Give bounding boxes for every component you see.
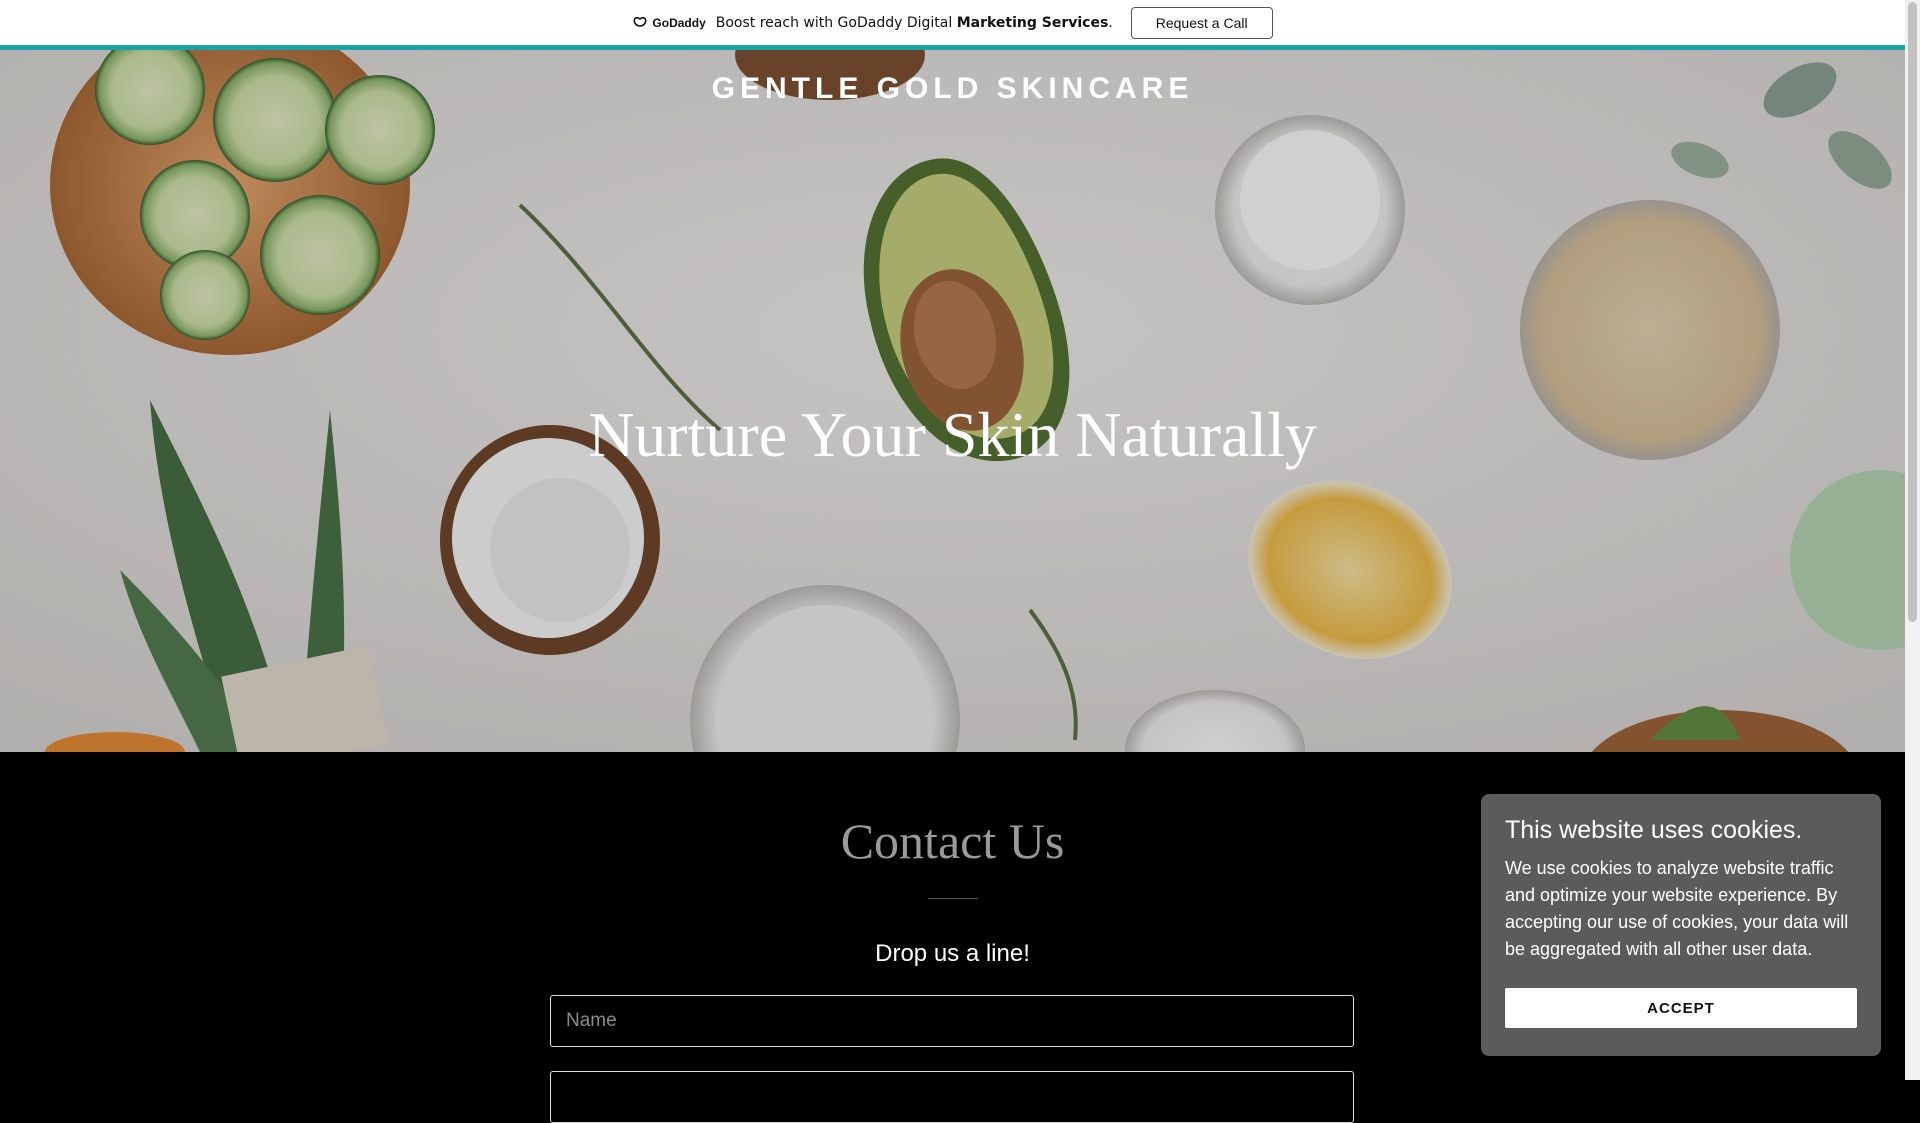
site-brand-title[interactable]: GENTLE GOLD SKINCARE	[0, 72, 1905, 106]
godaddy-logo: GoDaddy	[632, 15, 706, 30]
contact-divider	[928, 898, 978, 899]
hero-heading: Nurture Your Skin Naturally	[588, 399, 1317, 470]
hero-section: GENTLE GOLD SKINCARE Nurture Your Skin N…	[0, 50, 1905, 752]
cookie-body: We use cookies to analyze website traffi…	[1505, 858, 1849, 959]
promo-text-suffix: .	[1108, 14, 1113, 31]
godaddy-logo-text: GoDaddy	[652, 15, 706, 30]
scrollbar-thumb[interactable]	[1908, 2, 1917, 622]
promo-text-bold: Marketing Services	[956, 14, 1109, 31]
promo-text: Boost reach with GoDaddy Digital Marketi…	[716, 15, 1113, 31]
promo-bar: GoDaddy Boost reach with GoDaddy Digital…	[0, 0, 1905, 50]
page-scrollbar[interactable]	[1905, 0, 1920, 1080]
cookie-title: This website uses cookies.	[1505, 816, 1803, 844]
godaddy-logo-icon	[633, 16, 647, 27]
email-input[interactable]	[550, 1071, 1354, 1123]
cookie-banner: This website uses cookies. We use cookie…	[1481, 794, 1881, 1056]
name-input[interactable]	[550, 995, 1354, 1047]
request-call-button[interactable]: Request a Call	[1130, 6, 1273, 39]
accept-cookies-button[interactable]: ACCEPT	[1505, 988, 1857, 1028]
promo-text-prefix: Boost reach with GoDaddy Digital	[715, 14, 957, 31]
